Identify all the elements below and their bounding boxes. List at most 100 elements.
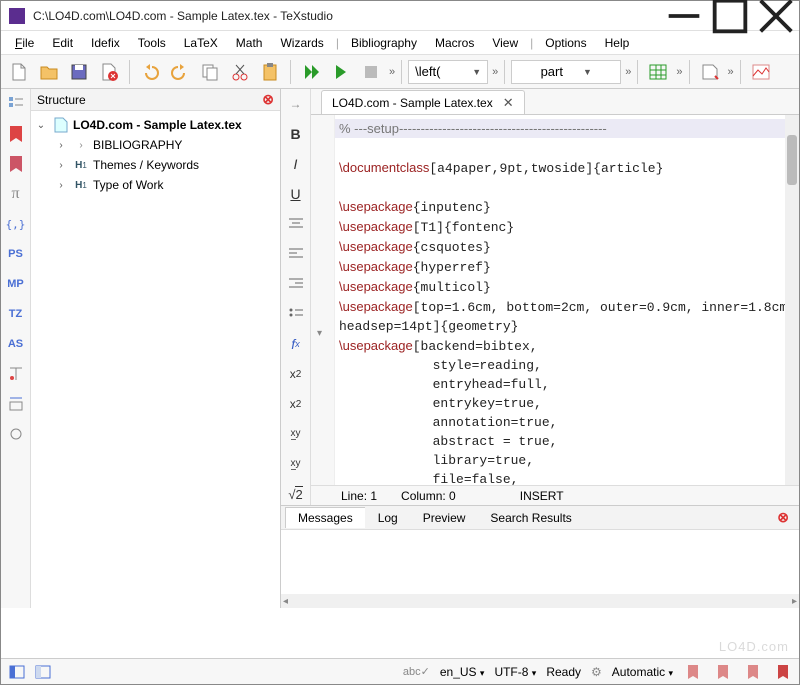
copy-button[interactable]: [196, 58, 224, 86]
superscript-icon[interactable]: x2: [284, 393, 308, 415]
redo-button[interactable]: [166, 58, 194, 86]
braces-icon[interactable]: {,}: [4, 213, 28, 235]
section-combo[interactable]: part▼: [511, 60, 621, 84]
insert-table-button[interactable]: [644, 58, 672, 86]
spellcheck-icon[interactable]: abc✓: [403, 665, 430, 678]
search-results-tab[interactable]: Search Results: [477, 507, 584, 528]
menu-bibliography[interactable]: Bibliography: [343, 34, 425, 52]
marker-2-icon[interactable]: [713, 662, 733, 682]
cut-button[interactable]: [226, 58, 254, 86]
pi-symbol-icon[interactable]: π: [4, 183, 28, 205]
list-icon[interactable]: [284, 303, 308, 325]
open-file-button[interactable]: [35, 58, 63, 86]
view-pdf-button[interactable]: [696, 58, 724, 86]
bookmark2-icon[interactable]: [4, 153, 28, 175]
paste-button[interactable]: [256, 58, 284, 86]
pstricks-icon[interactable]: PS: [4, 243, 28, 265]
collapse-icon[interactable]: ⌄: [35, 120, 47, 131]
code-editor[interactable]: ▾ % ---setup----------------------------…: [311, 115, 799, 485]
menu-latex[interactable]: LaTeX: [176, 34, 226, 52]
symbol-panel-3-icon[interactable]: [4, 423, 28, 445]
close-structure-icon[interactable]: ⊗: [262, 91, 274, 108]
heading-icon: H1: [73, 157, 89, 173]
marker-1-icon[interactable]: [683, 662, 703, 682]
panel-toggle-2-icon[interactable]: [33, 662, 53, 682]
stop-button[interactable]: [357, 58, 385, 86]
menu-view[interactable]: View: [484, 34, 526, 52]
menu-edit[interactable]: Edit: [44, 34, 81, 52]
close-messages-icon[interactable]: ⊗: [777, 509, 789, 526]
close-button[interactable]: [753, 1, 799, 31]
messages-content[interactable]: ◂▸: [281, 530, 799, 608]
tikz-icon[interactable]: TZ: [4, 303, 28, 325]
marker-3-icon[interactable]: [743, 662, 763, 682]
save-button[interactable]: [65, 58, 93, 86]
build-and-view-button[interactable]: [297, 58, 325, 86]
undo-button[interactable]: [136, 58, 164, 86]
marker-4-icon[interactable]: [773, 662, 793, 682]
tree-item[interactable]: › › BIBLIOGRAPHY: [35, 135, 276, 155]
maximize-button[interactable]: [707, 1, 753, 31]
tree-item[interactable]: › H1 Type of Work: [35, 175, 276, 195]
bold-button[interactable]: B: [284, 123, 308, 145]
insert-graphic-button[interactable]: [747, 58, 775, 86]
menu-file[interactable]: File: [7, 34, 42, 52]
new-file-button[interactable]: [5, 58, 33, 86]
expand-icon[interactable]: ›: [55, 140, 67, 151]
underline-button[interactable]: U: [284, 183, 308, 205]
toolbar-overflow-4[interactable]: »: [676, 66, 682, 78]
bookmark1-icon[interactable]: [4, 123, 28, 145]
align-center-icon[interactable]: [284, 213, 308, 235]
tree-root[interactable]: ⌄ LO4D.com - Sample Latex.tex: [35, 115, 276, 135]
symbol-panel-2-icon[interactable]: [4, 393, 28, 415]
horizontal-scrollbar[interactable]: ◂▸: [281, 594, 799, 608]
symbol-panel-1-icon[interactable]: [4, 363, 28, 385]
vertical-scrollbar[interactable]: [785, 115, 799, 485]
messages-tab[interactable]: Messages: [285, 507, 366, 528]
subscript-icon[interactable]: x2: [284, 363, 308, 385]
menu-wizards[interactable]: Wizards: [272, 34, 331, 52]
align-right-icon[interactable]: [284, 273, 308, 295]
italic-button[interactable]: I: [284, 153, 308, 175]
editor-tab[interactable]: LO4D.com - Sample Latex.tex ✕: [321, 90, 525, 114]
menu-math[interactable]: Math: [228, 34, 271, 52]
chevron-down-icon: ▼: [472, 67, 481, 77]
expand-icon[interactable]: ›: [55, 180, 67, 191]
close-tab-icon[interactable]: ✕: [503, 95, 514, 111]
close-file-button[interactable]: [95, 58, 123, 86]
scrollbar-thumb[interactable]: [787, 135, 797, 185]
toolbar-overflow-2[interactable]: »: [492, 66, 498, 78]
tree-item[interactable]: › H1 Themes / Keywords: [35, 155, 276, 175]
root-mode-selector[interactable]: Automatic ▾: [612, 665, 673, 679]
expand-icon[interactable]: ›: [55, 160, 67, 171]
log-tab[interactable]: Log: [365, 507, 411, 528]
align-left-icon[interactable]: [284, 243, 308, 265]
left-delimiter-combo[interactable]: \left(▼: [408, 60, 488, 84]
menu-options[interactable]: Options: [537, 34, 594, 52]
menu-help[interactable]: Help: [597, 34, 638, 52]
panel-toggle-1-icon[interactable]: [7, 662, 27, 682]
encoding-selector[interactable]: UTF-8 ▾: [494, 665, 536, 679]
structure-tree[interactable]: ⌄ LO4D.com - Sample Latex.tex › › BIBLIO…: [31, 111, 280, 199]
gear-icon[interactable]: ⚙: [591, 665, 602, 679]
sqrt-icon[interactable]: √2: [284, 483, 308, 505]
fold-marker-icon[interactable]: ▾: [317, 328, 322, 339]
indent-icon[interactable]: →: [284, 93, 308, 115]
frac-icon[interactable]: xy: [284, 453, 308, 475]
structure-view-icon[interactable]: [4, 93, 28, 115]
function-icon[interactable]: fx: [284, 333, 308, 355]
menu-macros[interactable]: Macros: [427, 34, 482, 52]
toolbar-overflow-5[interactable]: »: [728, 66, 734, 78]
menu-tools[interactable]: Tools: [130, 34, 174, 52]
preview-tab[interactable]: Preview: [410, 507, 479, 528]
minimize-button[interactable]: [661, 1, 707, 31]
menu-idefix[interactable]: Idefix: [83, 34, 128, 52]
language-selector[interactable]: en_US ▾: [440, 665, 485, 679]
compile-button[interactable]: [327, 58, 355, 86]
toolbar-overflow-1[interactable]: »: [389, 66, 395, 78]
toolbar-overflow-3[interactable]: »: [625, 66, 631, 78]
metapost-icon[interactable]: MP: [4, 273, 28, 295]
asymptote-icon[interactable]: AS: [4, 333, 28, 355]
code-content[interactable]: % ---setup------------------------------…: [339, 119, 785, 485]
frac-small-icon[interactable]: xy: [284, 423, 308, 445]
